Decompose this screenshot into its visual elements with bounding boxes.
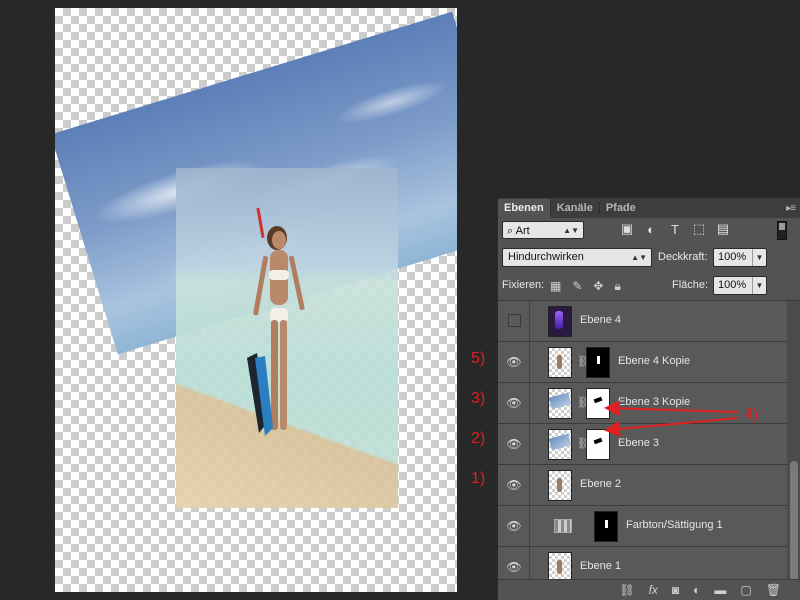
document-canvas[interactable] <box>55 8 457 592</box>
chevron-down-icon[interactable]: ▼ <box>752 249 766 266</box>
lock-all-icon[interactable]: 🔒︎ <box>614 279 620 294</box>
layer-name: Farbton/Sättigung 1 <box>626 519 723 531</box>
eye-icon[interactable]: 👁︎ <box>506 436 522 452</box>
new-layer-icon[interactable]: ▢ <box>740 583 751 597</box>
layer-thumbnail <box>548 388 572 419</box>
text-filter-icon[interactable]: T <box>668 222 682 237</box>
fill-input[interactable]: 100% ▼ <box>713 276 767 295</box>
panel-menu-icon[interactable]: ▸≡ <box>786 203 796 214</box>
lock-label: Fixieren: <box>502 279 545 291</box>
lock-paint-icon[interactable]: ✎ <box>572 279 582 294</box>
layer-thumbnail <box>548 347 572 378</box>
opacity-input[interactable]: 100% ▼ <box>713 248 767 267</box>
tab-pfade[interactable]: Pfade <box>600 199 642 218</box>
layer-mask-thumbnail[interactable] <box>586 388 610 419</box>
layers-list: Ebene 4 👁︎ ⛓︎ Ebene 4 Kopie 👁︎ ⛓︎ Ebene … <box>498 301 787 588</box>
eye-icon[interactable]: 👁︎ <box>506 354 522 370</box>
annotation-5: 5) <box>471 350 486 367</box>
add-mask-icon[interactable]: ◙ <box>672 583 679 597</box>
annotation-1: 1) <box>471 470 486 487</box>
shape-filter-icon[interactable]: ⬚ <box>692 221 706 236</box>
opacity-value: 100% <box>718 251 747 263</box>
layer-row[interactable]: 👁︎ Ebene 2 <box>498 465 787 506</box>
layer-row[interactable]: 👁︎ ⛓︎ Ebene 3 <box>498 424 787 465</box>
search-icon: ⌕ <box>507 225 514 237</box>
hue-saturation-icon <box>554 519 572 533</box>
visibility-off-checkbox[interactable] <box>508 314 521 327</box>
chevron-updown-icon: ▲▼ <box>563 226 579 235</box>
annotation-4: 4) <box>744 406 759 423</box>
filter-toggle[interactable] <box>777 221 787 240</box>
layer-filter-select[interactable]: ⌕ Art ▲▼ <box>502 221 584 239</box>
tab-ebenen[interactable]: Ebenen <box>498 199 550 218</box>
blend-mode-value: Hindurchwirken <box>508 251 584 263</box>
layers-panel: Ebenen Kanäle Pfade ▸≡ ⌕ Art ▲▼ ▣ ◐ T ⬚ … <box>497 198 800 600</box>
lock-transparency-icon[interactable]: ▦ <box>550 279 561 294</box>
tab-kanaele[interactable]: Kanäle <box>551 199 599 218</box>
lock-position-icon[interactable]: ✥ <box>593 279 603 294</box>
bottom-icons: ⛓︎ fx ◙ ◐ ▬ ▢ 🗑︎ <box>619 583 781 597</box>
folder-icon[interactable]: ▬ <box>714 583 726 597</box>
layer-row[interactable]: 👁︎ Farbton/Sättigung 1 <box>498 506 787 547</box>
image-filter-icon[interactable]: ▣ <box>620 221 634 236</box>
eye-icon[interactable]: 👁︎ <box>506 518 522 534</box>
layer-name: Ebene 1 <box>580 560 621 572</box>
layer-row[interactable]: 👁︎ ⛓︎ Ebene 4 Kopie <box>498 342 787 383</box>
annotation-3: 3) <box>471 390 486 407</box>
filter-value: Art <box>515 225 530 237</box>
layer-mask-thumbnail[interactable] <box>586 347 610 378</box>
blend-mode-select[interactable]: Hindurchwirken ▲▼ <box>502 248 652 267</box>
blend-row: Hindurchwirken ▲▼ Deckkraft: 100% ▼ <box>502 248 797 268</box>
layers-scrollbar[interactable] <box>787 301 800 581</box>
trash-icon[interactable]: 🗑︎ <box>766 583 781 597</box>
adjustment-layer-icon[interactable]: ◐ <box>693 583 700 597</box>
fx-icon[interactable]: fx <box>649 583 658 597</box>
layer-mask-thumbnail[interactable] <box>586 429 610 460</box>
layer-name: Ebene 4 <box>580 314 621 326</box>
lock-icons: ▦ ✎ ✥ 🔒︎ <box>550 279 621 294</box>
layer-mask-thumbnail[interactable] <box>594 511 618 542</box>
scrollbar-thumb[interactable] <box>790 461 798 581</box>
panel-tabs: Ebenen Kanäle Pfade ▸≡ <box>498 198 800 218</box>
layer-name: Ebene 3 Kopie <box>618 396 691 408</box>
smartobject-filter-icon[interactable]: ▤ <box>716 221 730 236</box>
layer-row[interactable]: Ebene 4 <box>498 301 787 342</box>
annotation-2: 2) <box>471 430 486 447</box>
layer-name: Ebene 4 Kopie <box>618 355 691 367</box>
eye-icon[interactable]: 👁︎ <box>506 395 522 411</box>
layer-thumbnail <box>548 306 572 337</box>
adjustment-filter-icon[interactable]: ◐ <box>644 222 658 237</box>
eye-icon[interactable]: 👁︎ <box>506 559 522 575</box>
chevron-down-icon[interactable]: ▼ <box>752 277 766 294</box>
fill-value: 100% <box>718 279 747 291</box>
fill-label: Fläche: <box>672 279 709 291</box>
link-layers-icon[interactable]: ⛓︎ <box>619 583 634 597</box>
panel-bottom-bar: ⛓︎ fx ◙ ◐ ▬ ▢ 🗑︎ <box>498 579 800 600</box>
lock-row: Fixieren: ▦ ✎ ✥ 🔒︎ Fläche: 100% ▼ <box>502 276 797 296</box>
layer-name: Ebene 2 <box>580 478 621 490</box>
filter-icons: ▣ ◐ T ⬚ ▤ <box>620 221 730 237</box>
chevron-updown-icon: ▲▼ <box>631 253 647 262</box>
eye-icon[interactable]: 👁︎ <box>506 477 522 493</box>
layer-name: Ebene 3 <box>618 437 659 449</box>
woman-figure <box>247 208 305 436</box>
layer-thumbnail <box>548 429 572 460</box>
opacity-label: Deckkraft: <box>658 251 708 263</box>
layer-thumbnail <box>548 470 572 501</box>
filter-row: ⌕ Art ▲▼ ▣ ◐ T ⬚ ▤ <box>502 221 797 241</box>
